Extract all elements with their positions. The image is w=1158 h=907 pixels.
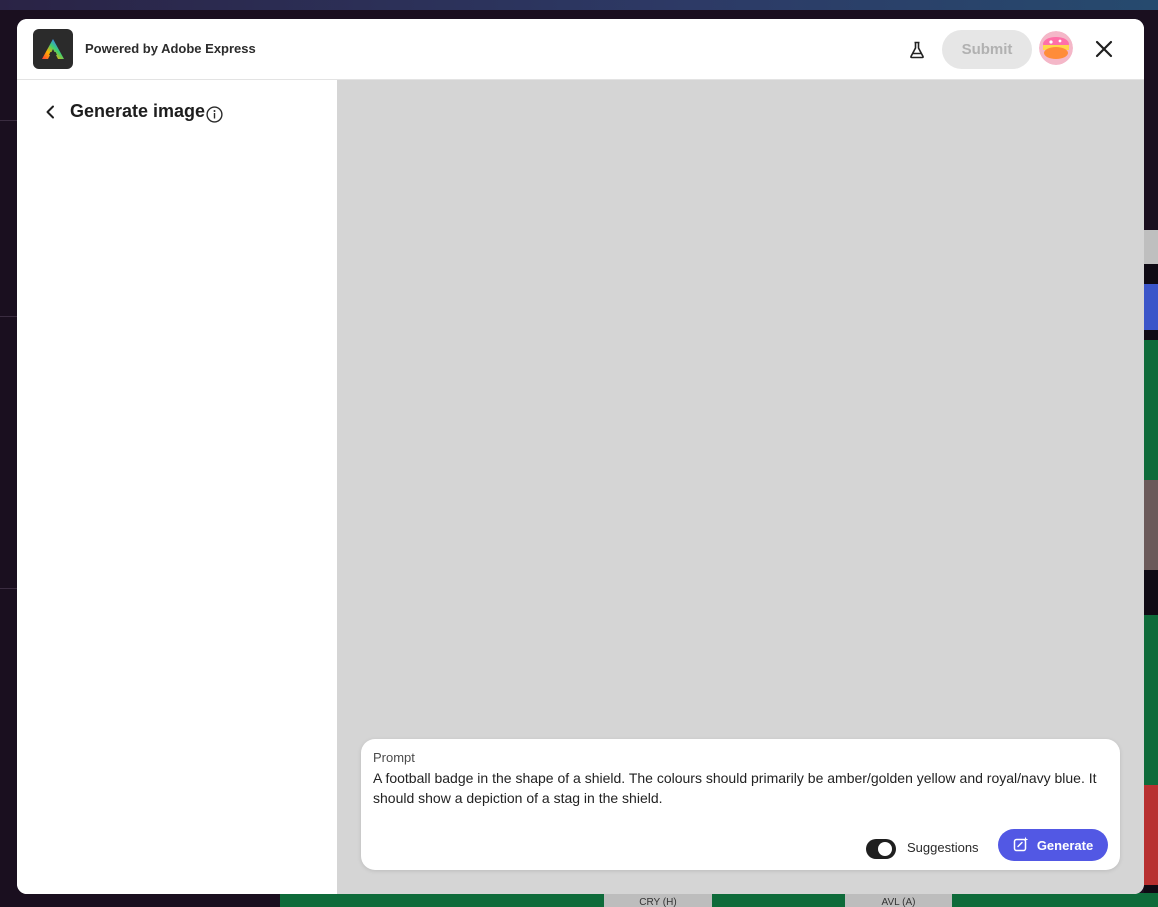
adobe-express-logo xyxy=(33,29,73,69)
host-page-strip xyxy=(1144,615,1158,785)
suggestions-label: Suggestions xyxy=(907,840,979,855)
host-page-strip xyxy=(1144,480,1158,570)
prompt-label: Prompt xyxy=(373,750,415,765)
image-preview-area: Prompt Suggestions Generate xyxy=(337,80,1144,894)
host-divider xyxy=(0,316,17,317)
modal-header: Powered by Adobe Express Submit xyxy=(17,19,1144,80)
suggestions-toggle[interactable] xyxy=(866,839,896,859)
host-pitch xyxy=(280,893,1158,907)
host-divider xyxy=(0,588,17,589)
generate-sparkle-icon xyxy=(1013,836,1029,855)
generate-button[interactable]: Generate xyxy=(998,829,1108,861)
toggle-knob xyxy=(878,842,892,856)
host-page-topbar xyxy=(0,0,1158,10)
avatar[interactable] xyxy=(1039,31,1073,65)
host-fixture-chip: CRY (H) xyxy=(604,893,712,907)
generate-image-panel: Generate image xyxy=(17,80,337,894)
close-icon[interactable] xyxy=(1089,34,1119,64)
powered-by-label: Powered by Adobe Express xyxy=(85,41,256,56)
host-page-strip xyxy=(1144,785,1158,885)
host-divider xyxy=(0,120,17,121)
generate-label: Generate xyxy=(1036,837,1094,853)
page-title: Generate image xyxy=(70,101,206,121)
chevron-left-icon[interactable] xyxy=(39,101,61,123)
host-page-strip xyxy=(1144,230,1158,264)
beaker-icon[interactable] xyxy=(905,38,929,62)
prompt-card: Prompt Suggestions Generate xyxy=(361,739,1120,870)
adobe-express-modal: Powered by Adobe Express Submit Generate… xyxy=(17,19,1144,894)
host-page-strip xyxy=(1144,340,1158,480)
host-page-strip xyxy=(1144,284,1158,330)
prompt-input[interactable] xyxy=(373,768,1103,828)
info-icon[interactable] xyxy=(205,105,223,123)
host-fixture-chip: AVL (A) xyxy=(845,893,952,907)
submit-button[interactable]: Submit xyxy=(942,30,1032,69)
